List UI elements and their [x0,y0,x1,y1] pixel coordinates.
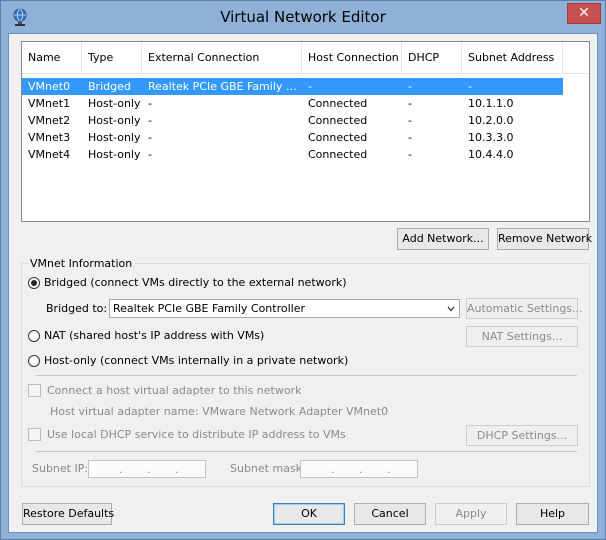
cell-host-connection: Connected [308,131,368,144]
table-row[interactable]: VMnet3 Host-only - Connected - 10.3.3.0 [22,129,563,146]
cell-host-connection: Connected [308,97,368,110]
cell-subnet-address: 10.2.0.0 [468,114,514,127]
bridged-to-select[interactable]: Realtek PCIe GBE Family Controller [109,299,460,318]
cell-dhcp: - [408,80,412,93]
cell-type: Host-only [88,131,141,144]
apply-button[interactable]: Apply [435,503,507,525]
vmnet-information-group: VMnet Information Bridged (connect VMs d… [21,257,590,487]
table-row[interactable]: VMnet0 Bridged Realtek PCIe GBE Family C… [22,78,563,95]
dhcp-checkbox[interactable] [28,428,41,441]
table-row[interactable]: VMnet4 Host-only - Connected - 10.4.4.0 [22,146,563,163]
subnet-ip-label: Subnet IP: [32,462,89,475]
cell-name: VMnet2 [28,114,71,127]
bridged-label[interactable]: Bridged (connect VMs directly to the ext… [44,276,347,289]
virtual-network-editor-window: Virtual Network Editor ✕ Name Type Exter… [0,0,606,540]
cell-name: VMnet0 [28,80,71,93]
subnet-mask-label: Subnet mask: [230,462,306,475]
cell-external-connection: - [148,148,152,161]
cell-subnet-address: 10.4.4.0 [468,148,514,161]
cell-type: Host-only [88,148,141,161]
close-icon: ✕ [578,5,590,21]
host-only-radio[interactable] [28,355,40,367]
nat-radio[interactable] [28,330,40,342]
cell-name: VMnet3 [28,131,71,144]
dhcp-label[interactable]: Use local DHCP service to distribute IP … [47,428,346,441]
subnet-mask-field[interactable]: . . . [300,460,418,478]
nat-label[interactable]: NAT (shared host's IP address with VMs) [44,329,264,342]
close-button[interactable]: ✕ [567,3,601,24]
cell-dhcp: - [408,131,412,144]
cell-dhcp: - [408,97,412,110]
network-list[interactable]: Name Type External Connection Host Conne… [21,41,590,222]
cell-external-connection: - [148,97,152,110]
column-header-external-connection[interactable]: External Connection [142,42,302,74]
connect-adapter-checkbox[interactable] [28,384,41,397]
restore-defaults-button[interactable]: Restore Defaults [22,503,114,525]
window-title: Virtual Network Editor [220,8,386,26]
separator [36,375,577,376]
cell-subnet-address: 10.3.3.0 [468,131,514,144]
adapter-name-label: Host virtual adapter name: VMware Networ… [50,405,389,418]
column-header-host-connection[interactable]: Host Connection [302,42,402,74]
cell-host-connection: Connected [308,148,368,161]
help-button[interactable]: Help [516,503,589,525]
subnet-ip-field[interactable]: . . . [88,460,206,478]
cell-dhcp: - [408,148,412,161]
column-header-type[interactable]: Type [82,42,142,74]
cell-host-connection: - [308,80,312,93]
title-bar[interactable]: Virtual Network Editor ✕ [1,1,605,33]
column-header-name[interactable]: Name [22,42,82,74]
bridged-radio[interactable] [28,277,40,289]
cell-subnet-address: 10.1.1.0 [468,97,514,110]
cell-external-connection: Realtek PCIe GBE Family Co... [148,80,302,93]
remove-network-button[interactable]: Remove Network [497,228,592,250]
connect-adapter-label[interactable]: Connect a host virtual adapter to this n… [47,384,301,397]
cell-subnet-address: - [468,80,472,93]
list-header: Name Type External Connection Host Conne… [22,42,589,74]
separator [36,451,577,452]
ok-button[interactable]: OK [273,503,345,525]
cell-type: Host-only [88,114,141,127]
table-row[interactable]: VMnet2 Host-only - Connected - 10.2.0.0 [22,112,563,129]
cell-type: Bridged [88,80,131,93]
cell-name: VMnet1 [28,97,71,110]
cell-dhcp: - [408,114,412,127]
column-header-dhcp[interactable]: DHCP [402,42,462,74]
table-row[interactable]: VMnet1 Host-only - Connected - 10.1.1.0 [22,95,563,112]
add-network-button[interactable]: Add Network... [397,228,489,250]
bridged-to-value: Realtek PCIe GBE Family Controller [113,302,306,315]
cell-external-connection: - [148,114,152,127]
host-only-label[interactable]: Host-only (connect VMs internally in a p… [44,354,348,367]
chevron-down-icon [447,306,455,312]
nat-settings-button[interactable]: NAT Settings... [466,326,578,347]
cell-name: VMnet4 [28,148,71,161]
dhcp-settings-button[interactable]: DHCP Settings... [466,425,578,446]
dialog-client-area: Name Type External Connection Host Conne… [8,33,598,533]
cell-host-connection: Connected [308,114,368,127]
cancel-button[interactable]: Cancel [354,503,426,525]
column-header-subnet-address[interactable]: Subnet Address [462,42,563,74]
automatic-settings-button[interactable]: Automatic Settings... [466,298,583,319]
cell-external-connection: - [148,131,152,144]
bridged-to-label: Bridged to: [46,302,108,315]
cell-type: Host-only [88,97,141,110]
group-label: VMnet Information [28,257,135,270]
